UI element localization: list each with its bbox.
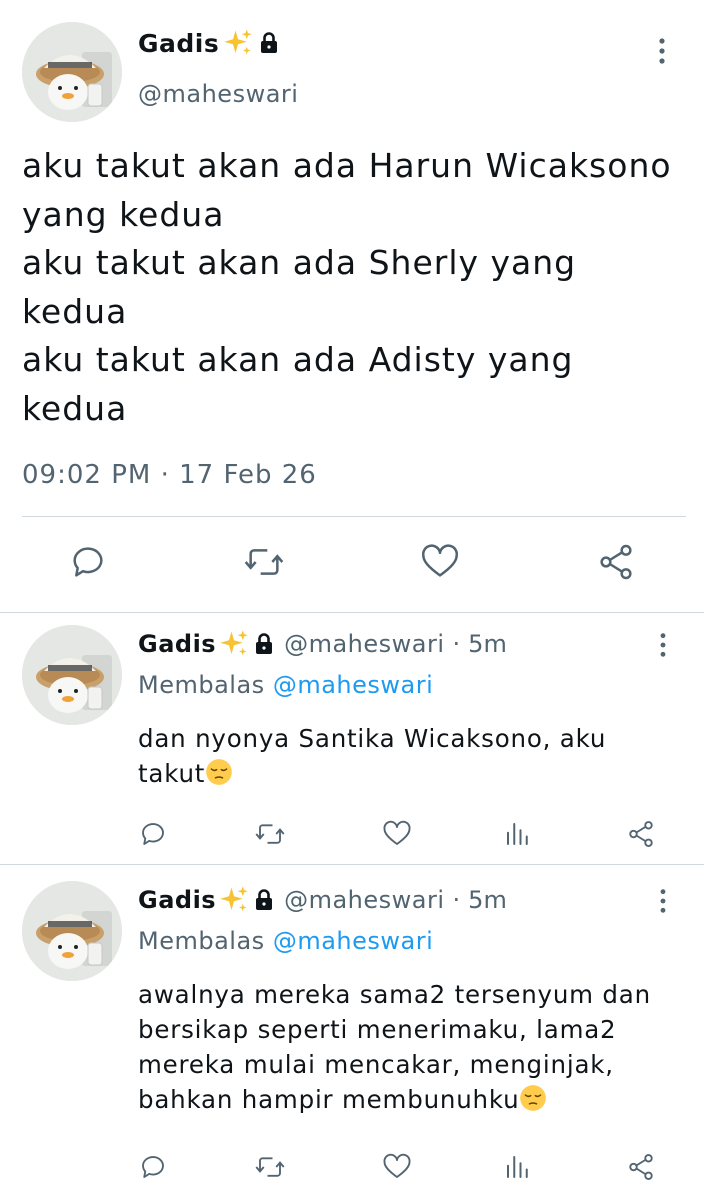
tweet-text-line: kedua [22,388,128,428]
like-icon [382,819,412,849]
sparkles-icon [223,28,253,58]
more-options-icon[interactable] [650,36,674,66]
mention-link[interactable]: @maheswari [273,927,433,955]
retweet-button[interactable] [242,540,286,584]
tweet-text-line: yang kedua [22,194,225,234]
views-icon [503,1152,533,1182]
sparkles-icon [219,885,249,915]
views-icon [503,819,533,849]
tweet-text-fragment: takut [138,759,206,788]
replying-label: Membalas [138,927,265,955]
share-button[interactable] [624,1150,658,1184]
reply-button[interactable] [66,540,110,584]
share-icon [626,819,656,849]
reply-tweet[interactable]: Gadis @maheswari · 5m Membalas @maheswar… [0,865,704,1200]
replying-to: Membalas @maheswari [138,927,433,955]
reply-icon [138,819,168,849]
lock-icon [252,888,276,912]
timestamp[interactable]: 09:02 PM · 17 Feb 26 [22,460,317,490]
relative-time[interactable]: 5m [468,886,507,914]
pensive-face-icon [519,1084,547,1112]
mention-link[interactable]: @maheswari [273,671,433,699]
more-options-icon[interactable] [652,631,674,659]
like-icon [382,1152,412,1182]
handle[interactable]: @maheswari [284,886,444,914]
handle[interactable]: @maheswari [284,630,444,658]
tweet-text-line: kedua [22,291,128,331]
divider [22,516,686,517]
retweet-icon [255,1152,285,1182]
views-button[interactable] [501,817,535,851]
tweet-text-line: bersikap seperti menerimaku, lama2 [138,1015,617,1044]
tweet-text: aku takut akan ada Harun Wicaksono yang … [22,142,692,433]
tweet-text-fragment: bahkan hampir membunuhku [138,1085,520,1114]
share-button[interactable] [624,817,658,851]
tweet-text: awalnya mereka sama2 tersenyum dan bersi… [138,977,698,1117]
reply-icon [68,542,108,582]
views-button[interactable] [501,1150,535,1184]
avatar-image [22,22,122,122]
display-name-text: Gadis [138,28,220,58]
like-button[interactable] [418,540,462,584]
action-bar [0,540,704,596]
avatar[interactable] [22,881,122,981]
handle[interactable]: @maheswari [138,80,298,108]
display-name[interactable]: Gadis [138,886,216,914]
dot-separator: · [452,630,461,658]
reply-button[interactable] [136,817,170,851]
replying-label: Membalas [138,671,265,699]
share-button[interactable] [594,540,638,584]
relative-time[interactable]: 5m [468,630,507,658]
main-tweet: Gadis @maheswari aku takut akan ada Haru… [0,0,704,614]
tweet-text-line: awalnya mereka sama2 tersenyum dan [138,980,651,1009]
tweet-text-line: dan nyonya Santika Wicaksono, aku [138,724,607,753]
display-name[interactable]: Gadis [138,630,216,658]
share-icon [626,1152,656,1182]
retweet-icon [255,819,285,849]
dot-separator: · [452,886,461,914]
share-icon [596,542,636,582]
sparkles-icon [219,629,249,659]
lock-icon [257,31,281,55]
avatar[interactable] [22,625,122,725]
retweet-icon [244,542,284,582]
tweet-text-line: bahkan hampir membunuhku [138,1082,698,1117]
reply-button[interactable] [136,1150,170,1184]
like-icon [420,542,460,582]
retweet-button[interactable] [253,817,287,851]
tweet-text-line: takut [138,756,698,791]
tweet-text-line: aku takut akan ada Adisty yang [22,340,574,379]
reply-icon [138,1152,168,1182]
avatar[interactable] [22,22,122,122]
like-button[interactable] [380,817,414,851]
tweet-text-line: aku takut akan ada Harun Wicaksono [22,146,672,185]
reply-header: Gadis @maheswari · 5m [138,629,507,659]
more-options-icon[interactable] [652,887,674,915]
tweet-text: dan nyonya Santika Wicaksono, aku takut [138,721,698,791]
like-button[interactable] [380,1150,414,1184]
tweet-text-line: mereka mulai mencakar, menginjak, [138,1050,614,1079]
pensive-face-icon [205,758,233,786]
retweet-button[interactable] [253,1150,287,1184]
lock-icon [252,632,276,656]
reply-tweet[interactable]: Gadis @maheswari · 5m Membalas @maheswar… [0,613,704,863]
reply-header: Gadis @maheswari · 5m [138,885,507,915]
replying-to: Membalas @maheswari [138,671,433,699]
display-name[interactable]: Gadis [138,28,281,58]
tweet-text-line: aku takut akan ada Sherly yang [22,243,577,282]
avatar-image [22,625,122,725]
avatar-image [22,881,122,981]
